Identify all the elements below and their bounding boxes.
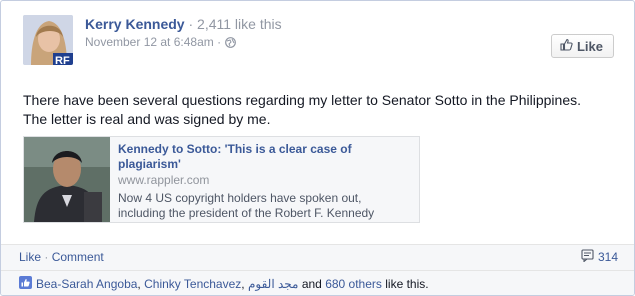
others-link[interactable]: 680 others (325, 277, 382, 291)
author-name[interactable]: Kerry Kennedy (85, 16, 185, 32)
post-text-line: There have been several questions regard… (23, 92, 581, 108)
like-button-label: Like (576, 38, 603, 54)
action-separator: · (44, 250, 49, 264)
comment-count-value: 314 (597, 250, 618, 264)
post-timestamp[interactable]: November 12 at 6:48am · (85, 35, 221, 49)
action-bar: Like · Comment 314 (1, 244, 634, 271)
likes-and: and (301, 277, 322, 291)
liker-name[interactable]: Bea-Sarah Angoba (36, 277, 137, 291)
author-line: Kerry Kennedy · 2,411 like this (85, 15, 514, 33)
liker-name[interactable]: مجد القوم (248, 277, 299, 291)
svg-text:RF: RF (55, 55, 70, 65)
link-description-line: Now 4 US copyright holders have spoken o… (118, 191, 362, 205)
page-like-count: · 2,411 like this (188, 16, 282, 32)
link-title[interactable]: Kennedy to Sotto: 'This is a clear case … (118, 142, 413, 172)
like-page-button[interactable]: Like (550, 34, 614, 58)
post-header: Kerry Kennedy · 2,411 like this November… (85, 15, 514, 49)
liker-name[interactable]: Chinky Tenchavez (144, 277, 241, 291)
link-preview[interactable]: Kennedy to Sotto: 'This is a clear case … (23, 136, 420, 223)
like-link[interactable]: Like (19, 250, 41, 264)
avatar[interactable]: RF (23, 15, 73, 65)
link-title-line: plagiarism' (118, 157, 181, 171)
liker-separator: , (241, 277, 245, 291)
likes-summary: Bea-Sarah Angoba, Chinky Tenchavez, مجد … (19, 276, 429, 292)
thumbs-up-icon (19, 276, 32, 292)
link-body: Kennedy to Sotto: 'This is a clear case … (118, 142, 413, 221)
post-card: RF Kerry Kennedy · 2,411 like this Novem… (0, 0, 635, 296)
comment-link[interactable]: Comment (52, 250, 104, 264)
post-meta: November 12 at 6:48am · (85, 35, 514, 49)
likes-suffix: like this. (385, 277, 429, 291)
link-domain: www.rappler.com (118, 173, 210, 187)
avatar-photo: RF (23, 15, 73, 65)
post-text-line: The letter is real and was signed by me. (23, 111, 271, 127)
link-description-line: including the president of the Robert F.… (118, 206, 375, 220)
thumbs-up-icon (560, 38, 573, 54)
link-title-line: Kennedy to Sotto: 'This is a clear case … (118, 142, 352, 156)
likes-summary-bar: Bea-Sarah Angoba, Chinky Tenchavez, مجد … (1, 270, 634, 295)
link-thumbnail[interactable] (24, 137, 110, 222)
link-description: Now 4 US copyright holders have spoken o… (118, 191, 413, 221)
globe-icon (225, 36, 236, 48)
post-text: There have been several questions regard… (23, 91, 623, 129)
comment-count[interactable]: 314 (581, 249, 618, 265)
comment-icon (581, 249, 594, 265)
post-actions: Like · Comment (19, 250, 104, 264)
liker-separator: , (137, 277, 141, 291)
